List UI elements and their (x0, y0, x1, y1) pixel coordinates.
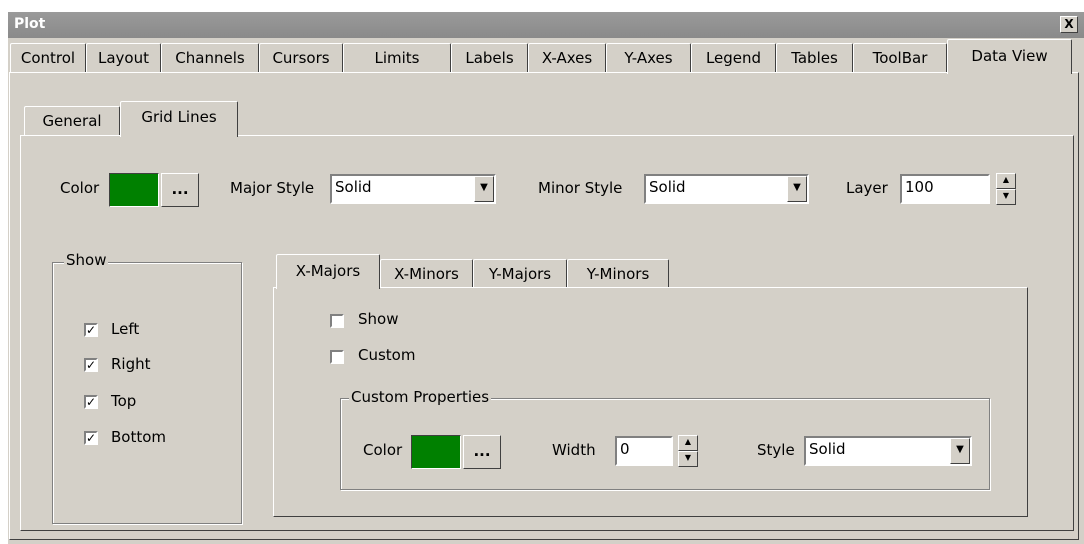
tab-y-majors[interactable]: Y-Majors (473, 259, 567, 288)
show-top-checkbox[interactable]: ✓ (84, 395, 98, 409)
spin-down-icon[interactable]: ▼ (996, 189, 1016, 205)
layer-value: 100 (905, 178, 934, 196)
show-right-label: Right (111, 355, 151, 373)
tab-grid-lines[interactable]: Grid Lines (120, 101, 238, 137)
major-style-label: Major Style (230, 179, 315, 197)
x-majors-show-checkbox[interactable] (330, 314, 344, 328)
tab-limits[interactable]: Limits (343, 43, 451, 72)
major-style-value: Solid (335, 178, 372, 196)
show-top-label: Top (111, 392, 137, 410)
show-left-label: Left (111, 320, 140, 338)
style-select[interactable]: Solid ▼ (804, 436, 972, 466)
layer-input[interactable]: 100 (900, 174, 990, 204)
title-bar[interactable]: Plot X (8, 12, 1084, 38)
tab-labels[interactable]: Labels (451, 43, 528, 72)
width-input[interactable]: 0 (615, 436, 673, 466)
minor-style-select[interactable]: Solid ▼ (644, 174, 809, 204)
tab-cursors[interactable]: Cursors (259, 43, 343, 72)
custom-color-label: Color (363, 441, 403, 459)
close-button[interactable]: X (1060, 16, 1078, 33)
show-right-checkbox[interactable]: ✓ (84, 358, 98, 372)
style-label: Style (757, 441, 795, 459)
tab-x-minors[interactable]: X-Minors (380, 259, 473, 288)
spin-up-icon[interactable]: ▲ (678, 435, 698, 451)
tab-general[interactable]: General (24, 106, 120, 135)
x-majors-custom-label: Custom (358, 346, 416, 364)
color-swatch[interactable] (109, 173, 159, 207)
layer-spinner[interactable]: ▲ ▼ (996, 173, 1016, 205)
x-majors-show-label: Show (358, 310, 399, 328)
show-left-checkbox[interactable]: ✓ (84, 323, 98, 337)
custom-color-picker-button[interactable]: ... (463, 435, 501, 469)
spin-up-icon[interactable]: ▲ (996, 173, 1016, 189)
custom-color-swatch[interactable] (411, 435, 461, 469)
tab-toolbar[interactable]: ToolBar (853, 43, 947, 72)
x-majors-custom-checkbox[interactable] (330, 350, 344, 364)
width-spinner[interactable]: ▲ ▼ (678, 435, 698, 467)
chevron-down-icon[interactable]: ▼ (474, 176, 494, 202)
tab-control[interactable]: Control (10, 43, 86, 72)
tab-tables[interactable]: Tables (776, 43, 853, 72)
color-picker-button[interactable]: ... (161, 173, 199, 207)
show-group (52, 262, 242, 524)
chevron-down-icon[interactable]: ▼ (950, 438, 970, 464)
tab-legend[interactable]: Legend (691, 43, 776, 72)
major-style-select[interactable]: Solid ▼ (330, 174, 496, 204)
tab-channels[interactable]: Channels (161, 43, 259, 72)
custom-properties-title: Custom Properties (349, 388, 492, 406)
width-value: 0 (620, 440, 630, 458)
chevron-down-icon[interactable]: ▼ (787, 176, 807, 202)
tab-x-axes[interactable]: X-Axes (528, 43, 606, 72)
show-bottom-checkbox[interactable]: ✓ (84, 431, 98, 445)
tab-data-view[interactable]: Data View (947, 39, 1072, 74)
show-bottom-label: Bottom (111, 428, 167, 446)
color-label: Color (60, 179, 100, 197)
style-value: Solid (809, 440, 846, 458)
tab-layout[interactable]: Layout (86, 43, 161, 72)
tab-x-majors[interactable]: X-Majors (276, 254, 380, 289)
plot-dialog: Plot X Control Layout Channels Cursors L… (8, 12, 1084, 544)
show-group-title: Show (64, 251, 109, 269)
window-title: Plot (14, 16, 46, 32)
tab-y-axes[interactable]: Y-Axes (606, 43, 691, 72)
width-label: Width (552, 441, 596, 459)
spin-down-icon[interactable]: ▼ (678, 451, 698, 467)
layer-label: Layer (846, 179, 888, 197)
minor-style-label: Minor Style (538, 179, 623, 197)
minor-style-value: Solid (649, 178, 686, 196)
tab-y-minors[interactable]: Y-Minors (567, 259, 669, 288)
